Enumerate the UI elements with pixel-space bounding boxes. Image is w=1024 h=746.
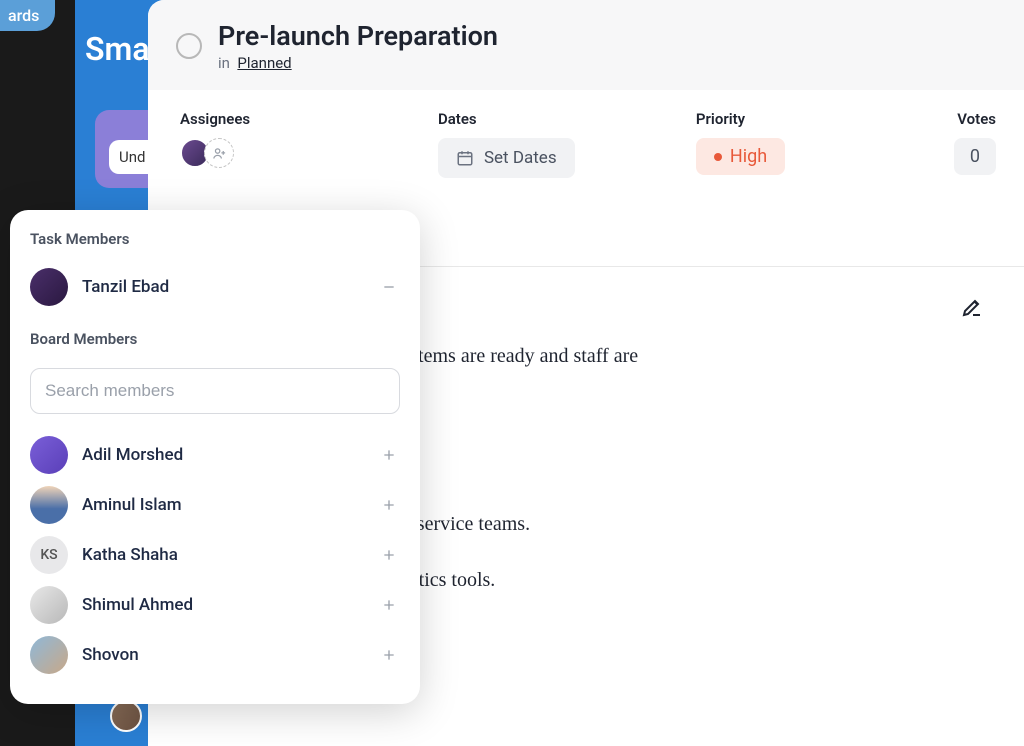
edit-description-button[interactable] bbox=[960, 295, 984, 319]
task-member-row[interactable]: Tanzil Ebad bbox=[30, 262, 400, 312]
set-dates-button[interactable]: Set Dates bbox=[438, 138, 575, 178]
plus-icon bbox=[381, 447, 397, 463]
in-label: in bbox=[218, 54, 230, 72]
add-assignee-button[interactable] bbox=[204, 138, 234, 168]
member-name: Katha Shaha bbox=[82, 545, 364, 565]
plus-icon bbox=[381, 497, 397, 513]
calendar-icon bbox=[456, 149, 474, 167]
task-header: Pre-launch Preparation in Planned bbox=[148, 0, 1024, 90]
priority-column: Priority High bbox=[696, 110, 954, 175]
board-member-row[interactable]: Shimul Ahmed bbox=[30, 580, 400, 630]
board-member-row[interactable]: Adil Morshed bbox=[30, 430, 400, 480]
board-member-row[interactable]: KS Katha Shaha bbox=[30, 530, 400, 580]
member-name: Shimul Ahmed bbox=[82, 595, 364, 615]
remove-member-button[interactable] bbox=[378, 276, 400, 298]
members-popup: Task Members Tanzil Ebad Board Members A… bbox=[10, 210, 420, 704]
plus-icon bbox=[381, 547, 397, 563]
assignees-label: Assignees bbox=[180, 110, 438, 128]
set-dates-text: Set Dates bbox=[484, 148, 557, 168]
list-link[interactable]: Planned bbox=[237, 54, 291, 72]
member-avatar bbox=[30, 586, 68, 624]
priority-value: High bbox=[730, 146, 767, 167]
pencil-icon bbox=[960, 295, 984, 319]
complete-task-checkbox[interactable] bbox=[176, 33, 202, 59]
add-member-button[interactable] bbox=[378, 644, 400, 666]
member-avatar bbox=[30, 436, 68, 474]
member-avatar bbox=[30, 636, 68, 674]
board-members-heading: Board Members bbox=[30, 330, 400, 348]
nav-pill-fragment: ards bbox=[0, 0, 55, 31]
member-name: Aminul Islam bbox=[82, 495, 364, 515]
votes-label: Votes bbox=[957, 110, 996, 128]
plus-icon bbox=[381, 597, 397, 613]
dates-label: Dates bbox=[438, 110, 696, 128]
votes-count[interactable]: 0 bbox=[954, 138, 996, 175]
member-name: Tanzil Ebad bbox=[82, 277, 364, 297]
assignees-column: Assignees bbox=[180, 110, 438, 168]
task-title[interactable]: Pre-launch Preparation bbox=[218, 20, 498, 52]
member-name: Adil Morshed bbox=[82, 445, 364, 465]
add-user-icon bbox=[212, 146, 227, 161]
task-list-breadcrumb: in Planned bbox=[218, 54, 498, 72]
priority-dot-icon bbox=[714, 153, 722, 161]
add-member-button[interactable] bbox=[378, 444, 400, 466]
plus-icon bbox=[381, 647, 397, 663]
card-avatar-fragment bbox=[110, 700, 142, 732]
add-member-button[interactable] bbox=[378, 594, 400, 616]
add-member-button[interactable] bbox=[378, 494, 400, 516]
dates-column: Dates Set Dates bbox=[438, 110, 696, 178]
member-name: Shovon bbox=[82, 645, 364, 665]
member-avatar bbox=[30, 486, 68, 524]
search-members-input[interactable] bbox=[30, 368, 400, 414]
votes-column: Votes 0 bbox=[954, 110, 996, 175]
task-members-heading: Task Members bbox=[30, 230, 400, 248]
board-title-fragment: Sma bbox=[85, 30, 150, 68]
priority-pill[interactable]: High bbox=[696, 138, 785, 175]
member-avatar bbox=[30, 268, 68, 306]
board-member-row[interactable]: Shovon bbox=[30, 630, 400, 680]
priority-label: Priority bbox=[696, 110, 954, 128]
member-avatar: KS bbox=[30, 536, 68, 574]
task-meta-row: Assignees Dates Set Dates Priority bbox=[148, 90, 1024, 206]
board-member-row[interactable]: Aminul Islam bbox=[30, 480, 400, 530]
add-member-button[interactable] bbox=[378, 544, 400, 566]
minus-icon bbox=[381, 279, 397, 295]
